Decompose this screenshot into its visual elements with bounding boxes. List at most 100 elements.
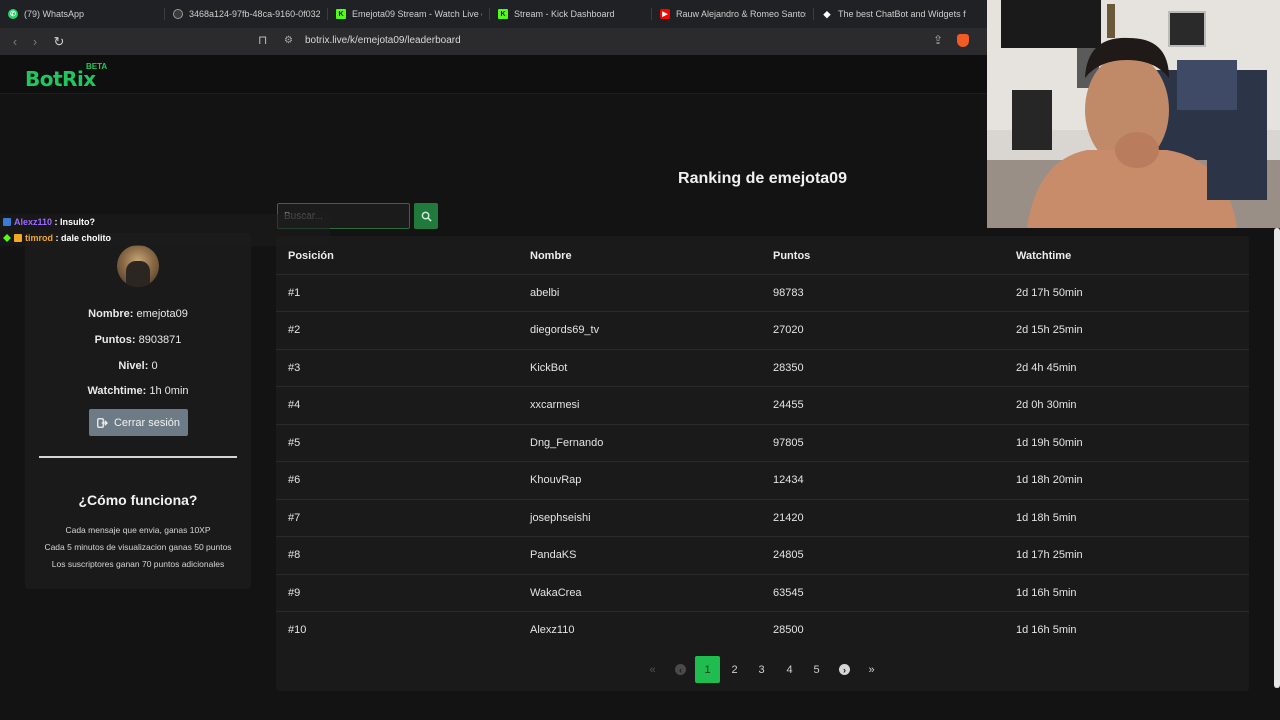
cell-position: #1	[288, 287, 301, 299]
cell-position: #4	[288, 399, 301, 411]
chevron-left-icon: ‹	[675, 664, 686, 675]
table-row[interactable]	[276, 461, 1249, 498]
beta-badge: BETA	[86, 62, 108, 71]
sub-badge-icon	[14, 234, 22, 242]
how-it-works-title: ¿Cómo funciona?	[78, 492, 198, 508]
scrollbar-thumb[interactable]	[1274, 228, 1280, 688]
cell-position: #8	[288, 549, 301, 561]
next-page-button[interactable]: ›	[832, 656, 857, 683]
kick-icon: K	[498, 9, 508, 19]
cell-name: diegords69_tv	[530, 324, 600, 336]
page-button-2[interactable]: 2	[722, 656, 747, 683]
column-header-name[interactable]: Nombre	[530, 250, 572, 262]
table-row[interactable]	[276, 424, 1249, 461]
tab-title: (79) WhatsApp	[24, 9, 85, 19]
first-page-button[interactable]: «	[640, 656, 665, 683]
prev-page-button[interactable]: ‹	[668, 656, 693, 683]
share-icon[interactable]: ⇪	[933, 33, 943, 47]
reload-icon[interactable]: ↻	[49, 32, 69, 52]
back-icon[interactable]: ‹	[5, 32, 25, 52]
cell-watchtime: 2d 0h 30min	[1016, 399, 1077, 411]
cell-position: #3	[288, 362, 301, 374]
webcam-feed	[987, 0, 1280, 228]
cell-position: #2	[288, 324, 301, 336]
cell-points: 12434	[773, 474, 804, 486]
page-button-4[interactable]: 4	[777, 656, 802, 683]
tab-botrix[interactable]: ◆ The best ChatBot and Widgets for K	[814, 0, 974, 28]
avatar	[117, 245, 159, 287]
cell-watchtime: 1d 18h 20min	[1016, 474, 1083, 486]
cell-position: #5	[288, 437, 301, 449]
cell-points: 21420	[773, 512, 804, 524]
chat-message: Alexz110 : Insulto?	[3, 217, 95, 227]
cell-name: Dng_Fernando	[530, 437, 604, 449]
logout-button[interactable]: Cerrar sesión	[89, 409, 188, 436]
divider	[39, 456, 237, 458]
chevron-right-icon: ›	[839, 664, 850, 675]
table-row[interactable]	[276, 574, 1249, 611]
how-it-works-line: Los suscriptores ganan 70 puntos adicion…	[51, 559, 225, 569]
cell-name: josephseishi	[530, 512, 591, 524]
forward-icon[interactable]: ›	[25, 32, 45, 52]
cell-position: #7	[288, 512, 301, 524]
profile-points: Puntos: 8903871	[94, 334, 182, 346]
cell-points: 28350	[773, 362, 804, 374]
cell-name: KhouvRap	[530, 474, 582, 486]
tab-title: The best ChatBot and Widgets for K	[838, 9, 966, 19]
search-icon	[421, 211, 432, 222]
column-header-points[interactable]: Puntos	[773, 250, 810, 262]
logout-label: Cerrar sesión	[113, 416, 181, 429]
page-button-3[interactable]: 3	[749, 656, 774, 683]
kick-icon: K	[336, 9, 346, 19]
cell-watchtime: 1d 16h 5min	[1016, 587, 1077, 599]
table-row[interactable]	[276, 274, 1249, 311]
url-text[interactable]: botrix.live/k/emejota09/leaderboard	[305, 35, 461, 46]
cell-points: 24455	[773, 399, 804, 411]
table-row[interactable]	[276, 611, 1249, 648]
webcam-overlay	[987, 0, 1280, 228]
cell-points: 63545	[773, 587, 804, 599]
site-info-icon[interactable]: ⚙	[284, 35, 293, 46]
table-row[interactable]	[276, 386, 1249, 423]
cell-points: 28500	[773, 624, 804, 636]
cell-name: xxcarmesi	[530, 399, 580, 411]
cell-watchtime: 1d 17h 25min	[1016, 549, 1083, 561]
bookmark-icon[interactable]: ⊓	[258, 33, 267, 47]
tab-kick-stream[interactable]: K Emejota09 Stream - Watch Live on K	[328, 0, 490, 28]
cell-points: 27020	[773, 324, 804, 336]
tab-whatsapp[interactable]: ✆ (79) WhatsApp	[0, 0, 165, 28]
search-button[interactable]	[414, 203, 438, 229]
profile-watchtime: Watchtime: 1h 0min	[87, 385, 189, 397]
sign-out-icon	[97, 417, 108, 428]
cell-points: 24805	[773, 549, 804, 561]
tab-title: Stream - Kick Dashboard	[514, 9, 615, 19]
cell-points: 97805	[773, 437, 804, 449]
chat-message: timrod : dale cholito	[3, 233, 111, 243]
youtube-icon: ▶	[660, 9, 670, 19]
cell-points: 98783	[773, 287, 804, 299]
table-row[interactable]	[276, 536, 1249, 573]
cell-watchtime: 2d 17h 50min	[1016, 287, 1083, 299]
cell-name: abelbi	[530, 287, 560, 299]
tab-youtube[interactable]: ▶ Rauw Alejandro & Romeo Santos - K	[652, 0, 814, 28]
tab-title: Emejota09 Stream - Watch Live on K	[352, 9, 482, 19]
column-header-position[interactable]: Posición	[288, 250, 334, 262]
brave-shield-icon[interactable]	[957, 34, 969, 47]
table-row[interactable]	[276, 311, 1249, 348]
table-row[interactable]	[276, 499, 1249, 536]
profile-name: Nombre: emejota09	[88, 308, 188, 320]
table-row[interactable]	[276, 349, 1249, 386]
tab-kick-dashboard[interactable]: K Stream - Kick Dashboard	[490, 0, 652, 28]
chat-badge-icon	[3, 218, 11, 226]
page-button-5[interactable]: 5	[804, 656, 829, 683]
tab-uuid[interactable]: 3468a124-97fb-48ca-9160-0f0327c	[165, 0, 328, 28]
tab-title: Rauw Alejandro & Romeo Santos - K	[676, 9, 806, 19]
column-header-watchtime[interactable]: Watchtime	[1016, 250, 1071, 262]
page-button-1[interactable]: 1	[695, 656, 720, 683]
cell-watchtime: 2d 4h 45min	[1016, 362, 1077, 374]
cell-watchtime: 1d 16h 5min	[1016, 624, 1077, 636]
last-page-button[interactable]: »	[859, 656, 884, 683]
how-it-works-line: Cada mensaje que envia, ganas 10XP	[65, 525, 211, 535]
cell-position: #6	[288, 474, 301, 486]
how-it-works-line: Cada 5 minutos de visualizacion ganas 50…	[44, 542, 232, 552]
